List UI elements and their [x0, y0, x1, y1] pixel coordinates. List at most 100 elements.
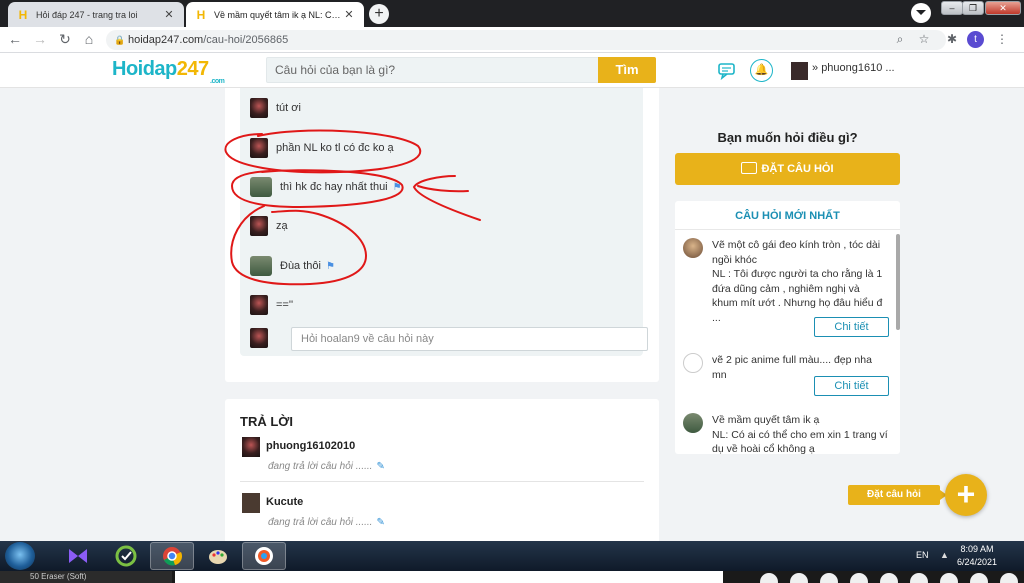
ask-question-button[interactable]: ĐẶT CÂU HỎI [675, 153, 900, 185]
tool-circle[interactable] [880, 573, 898, 583]
avatar[interactable] [242, 437, 260, 457]
site-logo[interactable]: Hoidap247 .com [112, 58, 225, 85]
current-user-avatar-row [250, 328, 276, 348]
avatar[interactable] [250, 216, 268, 236]
windows-taskbar: EN ▲ 8:09 AM 6/24/2021 [0, 541, 1024, 571]
search-input[interactable]: Câu hỏi của bạn là gì? [266, 57, 600, 83]
back-arrow-icon[interactable]: ← [6, 31, 24, 47]
zoom-icon[interactable]: ⌕ [892, 32, 908, 47]
tool-circle[interactable] [790, 573, 808, 583]
language-indicator[interactable]: EN [916, 550, 929, 560]
address-bar-row: ← → ↻ ⌂ 🔒 hoidap247.com/cau-hoi/2056865 … [0, 27, 1024, 53]
avatar[interactable] [250, 138, 268, 158]
tool-circle[interactable] [910, 573, 928, 583]
avatar [683, 238, 703, 258]
flag-icon[interactable]: ⚑ [326, 261, 335, 272]
search-button[interactable]: Tìm [598, 57, 656, 83]
comments-card: tút ơi phần NL ko tl có đc ko ạ thì hk đ… [225, 88, 659, 382]
bottom-app-strip: 50 Eraser (Soft) [0, 571, 1024, 583]
tab-title: Hỏi đáp 247 - trang tra loi [36, 9, 138, 20]
comment-item: Đùa thôi ⚑ [250, 256, 335, 276]
avatar [683, 353, 703, 373]
tab-search-icon[interactable] [911, 3, 931, 23]
new-tab-button[interactable]: + [369, 4, 389, 24]
tool-circle[interactable] [820, 573, 838, 583]
url-domain: hoidap247.com [128, 34, 204, 46]
browser-tab-bar: H Hỏi đáp 247 - trang tra loi ✕ H Về mầm… [0, 0, 1024, 27]
ask-heading: Bạn muốn hỏi điều gì? [717, 130, 858, 145]
answers-card: TRẢ LỜI phuong16102010 đang trả lời câu … [225, 399, 659, 549]
answer-status: đang trả lời câu hỏi ...... ✎ [268, 517, 385, 528]
divider [675, 229, 900, 230]
answers-title: TRẢ LỜI [240, 414, 293, 429]
answerer-name[interactable]: phuong16102010 [266, 440, 355, 452]
detail-button[interactable]: Chi tiết [814, 376, 889, 396]
visual-studio-icon[interactable] [56, 542, 100, 570]
home-icon[interactable]: ⌂ [80, 31, 98, 47]
hoidap-favicon: H [18, 7, 28, 22]
close-icon[interactable]: ✕ [162, 8, 176, 21]
browser-tab-1[interactable]: H Hỏi đáp 247 - trang tra loi ✕ [8, 2, 184, 27]
menu-dots-icon[interactable]: ⋮ [994, 32, 1010, 46]
clock[interactable]: 8:09 AM 6/24/2021 [952, 543, 1002, 569]
hoidap-favicon: H [196, 7, 206, 22]
float-ask-label[interactable]: Đặt câu hỏi [848, 485, 947, 505]
paint-icon[interactable] [196, 542, 240, 570]
float-ask-button[interactable]: + [945, 474, 987, 516]
green-app-icon[interactable] [104, 542, 148, 570]
comment-item: phần NL ko tl có đc ko ạ [250, 138, 394, 158]
browser-tab-2[interactable]: H Về mầm quyết tâm ik ạ NL: Có ai ✕ [186, 2, 364, 27]
avatar[interactable] [250, 177, 272, 197]
window-close-button[interactable]: ✕ [985, 1, 1021, 15]
bell-icon[interactable]: 🔔 [750, 59, 773, 82]
tray-arrow-icon[interactable]: ▲ [940, 550, 949, 560]
avatar[interactable] [250, 256, 272, 276]
latest-questions-panel: CÂU HỎI MỚI NHẤT Vẽ một cô gái đeo kính … [675, 201, 900, 454]
comment-item: zạ [250, 216, 288, 236]
answerer-name[interactable]: Kucute [266, 496, 303, 508]
comments-box: tút ơi phần NL ko tl có đc ko ạ thì hk đ… [240, 88, 648, 356]
tool-circle[interactable] [850, 573, 868, 583]
canvas-strip [175, 571, 723, 583]
comment-item: thì hk đc hay nhất thui ⚑ [250, 177, 402, 197]
url-field[interactable]: 🔒 hoidap247.com/cau-hoi/2056865 [106, 30, 946, 50]
tool-circle[interactable] [940, 573, 958, 583]
chrome-icon[interactable] [150, 542, 194, 570]
detail-button[interactable]: Chi tiết [814, 317, 889, 337]
comment-item: =='' [250, 295, 293, 315]
answer-status: đang trả lời câu hỏi ...... ✎ [268, 461, 385, 472]
question-icon [741, 162, 758, 174]
minimize-button[interactable]: – [941, 1, 963, 15]
chat-icon[interactable] [717, 62, 737, 80]
pencil-icon: ✎ [376, 517, 385, 528]
sidebar-scrollbar[interactable] [896, 234, 900, 330]
username-menu[interactable]: » phuong1610 ... [812, 62, 895, 74]
user-avatar[interactable] [791, 62, 808, 80]
tool-circle[interactable] [760, 573, 778, 583]
site-header: Hoidap247 .com Câu hỏi của bạn là gì? Tì… [0, 53, 1024, 88]
profile-avatar[interactable]: t [967, 31, 984, 48]
tool-circle[interactable] [970, 573, 988, 583]
reload-icon[interactable]: ↻ [56, 31, 74, 48]
pencil-icon: ✎ [376, 461, 385, 472]
divider [240, 481, 644, 482]
bookmark-star-icon[interactable]: ☆ [916, 32, 932, 46]
latest-questions-title: CÂU HỎI MỚI NHẤT [735, 210, 840, 222]
restore-button[interactable]: ❐ [962, 1, 984, 15]
tool-circle[interactable] [1000, 573, 1018, 583]
flag-icon[interactable]: ⚑ [393, 182, 402, 193]
start-button-icon[interactable] [5, 542, 35, 570]
paint3d-icon[interactable] [242, 542, 286, 570]
close-icon[interactable]: ✕ [342, 8, 356, 21]
avatar[interactable] [250, 98, 268, 118]
tab-title: Về mầm quyết tâm ik ạ NL: Có ai [214, 9, 342, 20]
url-path: /cau-hoi/2056865 [203, 34, 289, 46]
brush-size-readout: 50 Eraser (Soft) [0, 571, 172, 583]
avatar[interactable] [250, 295, 268, 315]
forward-arrow-icon[interactable]: → [31, 31, 49, 47]
extensions-puzzle-icon[interactable]: ✱ [944, 32, 960, 46]
avatar[interactable] [242, 493, 260, 513]
ask-comment-input[interactable]: Hỏi hoalan9 về câu hỏi này [291, 327, 648, 351]
comment-item: tút ơi [250, 98, 301, 118]
avatar [683, 413, 703, 433]
